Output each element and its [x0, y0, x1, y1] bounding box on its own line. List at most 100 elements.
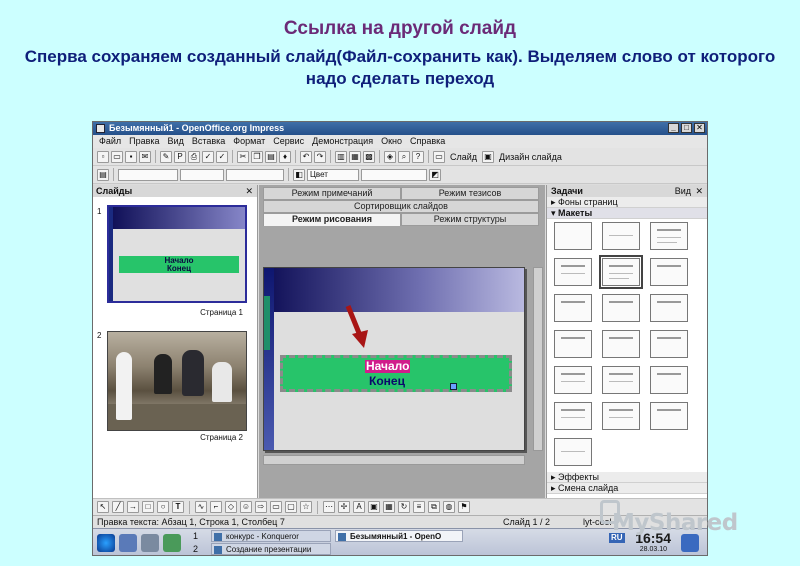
slide-design-button-label[interactable]: Дизайн слайда [496, 152, 565, 162]
zoom-icon[interactable]: ⌕ [398, 150, 410, 163]
stars-icon[interactable]: ☆ [300, 501, 312, 513]
align-icon[interactable]: ≡ [413, 501, 425, 513]
menu-help[interactable]: Справка [410, 135, 445, 148]
chart-icon[interactable]: ▥ [335, 150, 347, 163]
email-icon[interactable]: ✉ [139, 150, 151, 163]
symbol-shapes-icon[interactable]: ☺ [240, 501, 252, 513]
layout-text-object[interactable] [554, 366, 592, 394]
flowchart-icon[interactable]: ▭ [270, 501, 282, 513]
tab-normal[interactable]: Режим рисования [263, 213, 401, 226]
layout-table[interactable] [602, 294, 640, 322]
points-icon[interactable]: ⋯ [323, 501, 335, 513]
slide-thumbnail-2[interactable] [107, 331, 247, 431]
new-doc-icon[interactable]: ▫ [97, 150, 109, 163]
pdf-export-icon[interactable]: P [174, 150, 186, 163]
layout-two-text[interactable] [602, 402, 640, 430]
layout-text-clipart[interactable] [602, 330, 640, 358]
section-slide-transition[interactable]: ▸ Смена слайда [547, 483, 707, 494]
minimize-icon[interactable]: _ [668, 123, 679, 133]
menu-view[interactable]: Вид [168, 135, 184, 148]
area-color-combo[interactable] [361, 168, 427, 181]
layout-picture[interactable] [650, 294, 688, 322]
slide-icon[interactable]: ▭ [433, 150, 445, 163]
slide-button-label[interactable]: Слайд [447, 152, 480, 162]
tab-outline[interactable]: Режим структуры [401, 213, 539, 226]
grid-icon[interactable]: ▩ [363, 150, 375, 163]
trash-icon[interactable] [681, 534, 699, 552]
window-titlebar[interactable]: Безымянный1 - OpenOffice.org Impress _ □… [93, 122, 707, 135]
layout-chart[interactable] [554, 294, 592, 322]
layout-text-chart[interactable] [554, 330, 592, 358]
undo-icon[interactable]: ↶ [300, 150, 312, 163]
area-fill-combo[interactable]: Цвет [307, 168, 359, 181]
tab-slide-sorter[interactable]: Сортировщик слайдов [263, 200, 539, 213]
help-icon[interactable]: ? [412, 150, 424, 163]
task-konqueror[interactable]: конкурс - Konqueror [211, 530, 331, 542]
cut-icon[interactable]: ✂ [237, 150, 249, 163]
vertical-scrollbar[interactable] [533, 267, 543, 451]
menu-file[interactable]: Файл [99, 135, 121, 148]
connector-icon[interactable]: ⌐ [210, 501, 222, 513]
glue-icon[interactable]: ✢ [338, 501, 350, 513]
paste-icon[interactable]: ▤ [265, 150, 277, 163]
spellcheck-icon[interactable]: ✓ [202, 150, 214, 163]
menu-tools[interactable]: Сервис [273, 135, 304, 148]
shadow-icon[interactable]: ◩ [429, 168, 441, 181]
select-arrow-icon[interactable]: ↖ [97, 501, 109, 513]
clone-format-icon[interactable]: ♦ [279, 150, 291, 163]
layout-title-only[interactable] [602, 222, 640, 250]
layout-title-2content[interactable] [554, 258, 592, 286]
menu-format[interactable]: Формат [233, 135, 265, 148]
rotate-icon[interactable]: ↻ [398, 501, 410, 513]
terminal-icon[interactable] [141, 534, 159, 552]
text-icon[interactable]: T [172, 501, 184, 513]
area-icon[interactable]: ◧ [293, 168, 305, 181]
layout-object-text[interactable] [602, 366, 640, 394]
task-presentation[interactable]: Создание презентации [211, 543, 331, 555]
desktop-pager-2[interactable]: 2 [193, 544, 198, 554]
line-arrow-icon[interactable]: → [127, 501, 139, 513]
open-icon[interactable]: ▭ [111, 150, 123, 163]
copy-icon[interactable]: ❐ [251, 150, 263, 163]
navigator-icon[interactable]: ◈ [384, 150, 396, 163]
section-layouts[interactable]: ▾ Макеты [547, 208, 707, 219]
close-icon[interactable]: ✕ [245, 185, 253, 197]
menu-insert[interactable]: Вставка [192, 135, 225, 148]
block-arrows-icon[interactable]: ⇨ [255, 501, 267, 513]
styles-icon[interactable]: ▤ [97, 168, 109, 181]
layout-centered-text[interactable] [554, 438, 592, 466]
from-file-icon[interactable]: ▣ [368, 501, 380, 513]
line-width-combo[interactable] [180, 168, 224, 181]
editor-icon[interactable] [163, 534, 181, 552]
layout-title-vertical[interactable] [554, 402, 592, 430]
desktop-pager-1[interactable]: 1 [193, 531, 198, 541]
maximize-icon[interactable]: □ [681, 123, 692, 133]
menu-window[interactable]: Окно [381, 135, 402, 148]
layout-vertical-text[interactable] [650, 402, 688, 430]
fontwork-icon[interactable]: A [353, 501, 365, 513]
task-impress[interactable]: Безымянный1 - OpenO [335, 530, 463, 542]
rectangle-icon[interactable]: □ [142, 501, 154, 513]
slide-thumbnail-1[interactable]: Начало Конец [107, 205, 247, 303]
layout-blank[interactable] [554, 222, 592, 250]
redo-icon[interactable]: ↷ [314, 150, 326, 163]
gallery-icon[interactable]: ▦ [383, 501, 395, 513]
line-icon[interactable]: ╱ [112, 501, 124, 513]
tab-handout[interactable]: Режим тезисов [401, 187, 539, 200]
section-master-pages[interactable]: ▸ Фоны страниц [547, 197, 707, 208]
interaction-icon[interactable]: ⚑ [458, 501, 470, 513]
curve-icon[interactable]: ∿ [195, 501, 207, 513]
ellipse-icon[interactable]: ○ [157, 501, 169, 513]
selected-word[interactable]: Начало [365, 360, 411, 373]
autospell-icon[interactable]: ✓ [216, 150, 228, 163]
menu-edit[interactable]: Правка [129, 135, 159, 148]
extrusion-icon[interactable]: ◍ [443, 501, 455, 513]
horizontal-scrollbar[interactable] [263, 455, 525, 465]
tab-notes[interactable]: Режим примечаний [263, 187, 401, 200]
table-icon[interactable]: ▦ [349, 150, 361, 163]
line-style-combo[interactable] [118, 168, 178, 181]
callouts-icon[interactable]: ▢ [285, 501, 297, 513]
layout-chart-text[interactable] [650, 330, 688, 358]
basic-shapes-icon[interactable]: ◇ [225, 501, 237, 513]
layout-title-image[interactable] [650, 258, 688, 286]
